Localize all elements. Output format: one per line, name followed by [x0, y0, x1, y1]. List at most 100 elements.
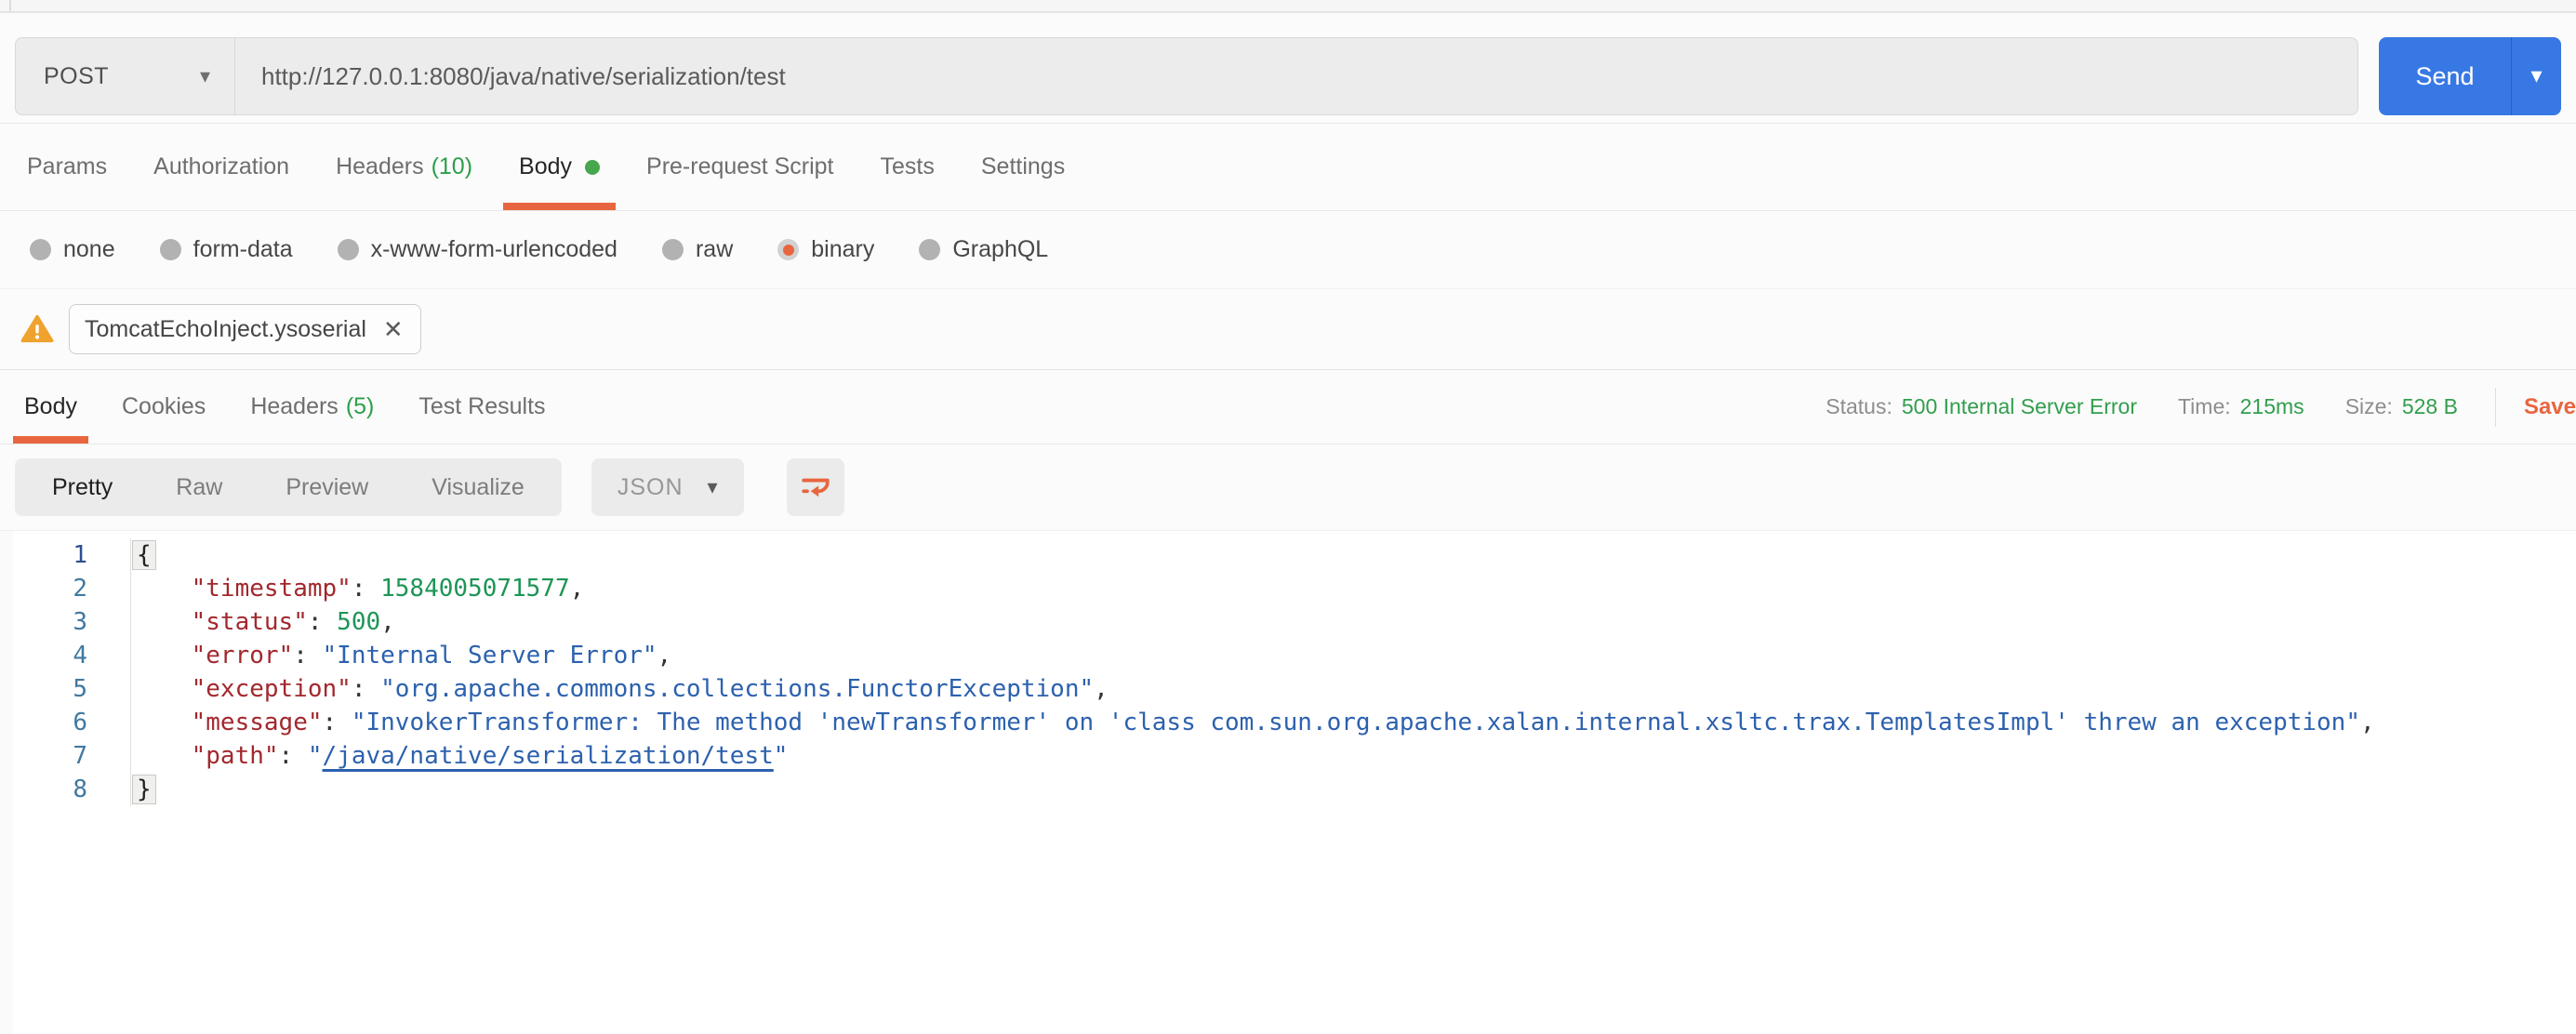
line-content: "path": "/java/native/serialization/test… — [130, 739, 788, 773]
send-options-button[interactable]: ▾ — [2511, 37, 2561, 115]
token-fold[interactable]: { — [132, 540, 156, 570]
token-key: "exception" — [191, 675, 352, 703]
line-content: "status": 500, — [130, 605, 395, 639]
token-plain: , — [1094, 675, 1109, 703]
tab-pre-request-script[interactable]: Pre-request Script — [623, 124, 856, 210]
response-tab-cookies[interactable]: Cookies — [100, 370, 228, 444]
line-content: } — [130, 773, 156, 806]
remove-file-icon[interactable]: ✕ — [383, 317, 404, 341]
json-code-pane: 1{2 "timestamp": 1584005071577, 3 "status… — [13, 531, 2576, 1034]
line-content: "error": "Internal Server Error", — [130, 639, 671, 672]
token-plain: : — [351, 575, 381, 603]
mode-graphql[interactable]: GraphQL — [919, 236, 1048, 263]
status-meta: Status: 500 Internal Server Error — [1826, 394, 2137, 419]
top-pane-edge — [0, 0, 2576, 13]
mode-label: raw — [695, 236, 734, 262]
token-str: "InvokerTransformer: The method 'newTran… — [351, 709, 2360, 736]
line-number: 6 — [73, 709, 87, 736]
mode-binary[interactable]: binary — [777, 236, 874, 263]
path-link[interactable]: /java/native/serialization/test — [323, 742, 774, 770]
tab-settings[interactable]: Settings — [958, 124, 1088, 210]
tab-label: Settings — [980, 153, 1066, 179]
response-tab-body[interactable]: Body — [2, 370, 100, 444]
response-meta: Status: 500 Internal Server Error Time: … — [1785, 370, 2576, 444]
view-tab-pretty[interactable]: Pretty — [20, 458, 144, 516]
code-line: 2 "timestamp": 1584005071577, — [13, 572, 2576, 605]
mode-x-www-form-urlencoded[interactable]: x-www-form-urlencoded — [337, 236, 617, 263]
radio-icon — [30, 239, 51, 260]
mode-label: binary — [811, 236, 875, 262]
response-tab-headers[interactable]: Headers (5) — [228, 370, 396, 444]
send-button-group: Send ▾ — [2379, 37, 2561, 115]
token-str: " — [307, 742, 323, 770]
radio-selected-icon — [777, 239, 800, 260]
view-tab-preview[interactable]: Preview — [254, 458, 400, 516]
token-num: 500 — [337, 608, 381, 636]
token-plain: : — [322, 709, 352, 736]
tab-body[interactable]: Body — [496, 124, 623, 210]
http-method-select[interactable]: POST ▾ — [15, 37, 234, 115]
status-label: Status: — [1826, 394, 1892, 418]
token-plain: , — [657, 642, 672, 669]
tab-label: Pre-request Script — [646, 153, 834, 179]
mode-raw[interactable]: raw — [661, 236, 734, 263]
tab-label: Body — [24, 393, 77, 419]
token-plain: , — [2360, 709, 2375, 736]
warning-triangle-icon — [20, 314, 54, 343]
response-header: Body Cookies Headers (5) Test Results Status… — [0, 369, 2576, 444]
token-plain: , — [569, 575, 585, 603]
request-url-input[interactable]: http://127.0.0.1:8080/java/native/serial… — [234, 37, 2358, 115]
wrap-text-icon — [801, 478, 830, 497]
send-button[interactable]: Send — [2379, 37, 2511, 115]
line-number: 8 — [73, 776, 87, 803]
postman-request-view: POST ▾ http://127.0.0.1:8080/java/native… — [0, 0, 2576, 1034]
size-value: 528 B — [2401, 394, 2458, 418]
mode-none[interactable]: none — [30, 236, 115, 263]
tab-label: Test Results — [418, 393, 546, 419]
response-tab-test-results[interactable]: Test Results — [396, 370, 567, 444]
line-number: 7 — [73, 742, 87, 770]
token-key: "timestamp" — [191, 575, 352, 603]
token-fold[interactable]: } — [132, 775, 156, 804]
tab-headers[interactable]: Headers (10) — [312, 124, 496, 210]
token-str: "Internal Server Error" — [322, 642, 657, 669]
chevron-down-icon: ▾ — [2530, 63, 2543, 88]
response-body-editor[interactable]: 1{2 "timestamp": 1584005071577, 3 "status… — [0, 530, 2576, 1034]
response-tabs: Body Cookies Headers (5) Test Results — [0, 370, 568, 444]
request-url-value: http://127.0.0.1:8080/java/native/serial… — [261, 61, 786, 90]
code-line: 3 "status": 500, — [13, 605, 2576, 639]
token-plain: , — [380, 608, 395, 636]
token-key: "error" — [191, 642, 294, 669]
binary-file-name: TomcatEchoInject.ysoserial — [85, 315, 366, 342]
tab-authorization[interactable]: Authorization — [130, 124, 312, 210]
line-number: 3 — [73, 608, 87, 636]
tab-count-badge: (5) — [345, 393, 375, 419]
line-content: "message": "InvokerTransformer: The meth… — [130, 706, 2375, 739]
tab-label: Authorization — [153, 153, 290, 179]
view-tab-visualize[interactable]: Visualize — [400, 458, 556, 516]
body-mode-radios: none form-data x-www-form-urlencoded raw bin… — [0, 211, 2576, 289]
language-select[interactable]: JSON ▾ — [591, 458, 744, 516]
save-response-button[interactable]: Save — [2524, 394, 2576, 420]
tab-count-badge: (10) — [431, 153, 473, 179]
code-line: 8} — [13, 773, 2576, 806]
wrap-text-button[interactable] — [786, 458, 844, 516]
size-meta: Size: 528 B — [2345, 394, 2458, 419]
editor-left-gutter-strip — [0, 531, 13, 1034]
tab-params[interactable]: Params — [4, 124, 130, 210]
code-line: 7 "path": "/java/native/serialization/te… — [13, 739, 2576, 773]
radio-icon — [159, 239, 181, 260]
binary-file-chip[interactable]: TomcatEchoInject.ysoserial ✕ — [69, 304, 421, 354]
view-tab-raw[interactable]: Raw — [144, 458, 254, 516]
mode-form-data[interactable]: form-data — [159, 236, 293, 263]
tab-tests[interactable]: Tests — [857, 124, 958, 210]
token-key: "status" — [191, 608, 308, 636]
response-view-tabs: Pretty Raw Preview Visualize — [15, 458, 562, 516]
pane-divider — [9, 0, 11, 11]
status-value: 500 Internal Server Error — [1901, 394, 2137, 418]
time-value: 215ms — [2239, 394, 2304, 418]
